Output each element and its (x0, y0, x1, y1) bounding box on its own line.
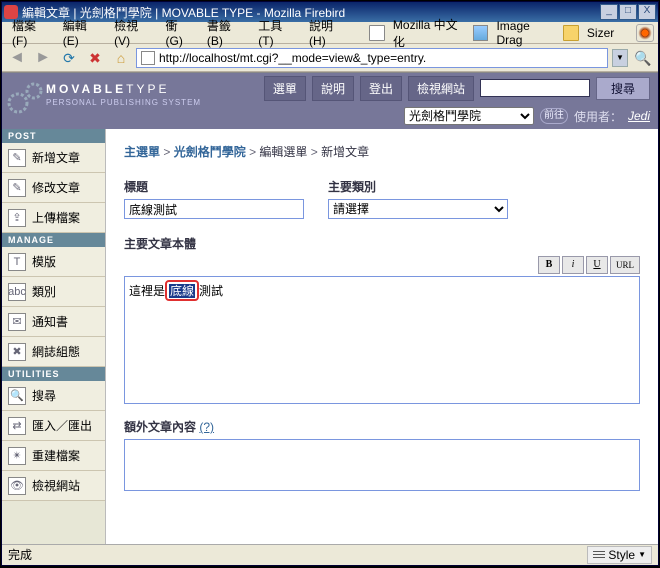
sidebar-item-import[interactable]: ⇄匯入／匯出 (2, 411, 105, 441)
nav-viewsite[interactable]: 檢視網站 (408, 76, 474, 101)
view-icon: 👁 (8, 477, 26, 495)
sidebar: POST ✎新增文章 ✎修改文章 ⇪上傳檔案 MANAGE T模版 abc類別 … (2, 129, 106, 544)
reload-button[interactable]: ⟳ (58, 47, 80, 69)
title-input[interactable] (124, 199, 304, 219)
header-search-input[interactable] (480, 79, 590, 97)
sidebar-item-rebuild[interactable]: ✴重建檔案 (2, 441, 105, 471)
sidebar-head-utilities: UTILITIES (2, 367, 105, 381)
home-button[interactable]: ⌂ (110, 47, 132, 69)
sidebar-item-viewsite[interactable]: 👁檢視網站 (2, 471, 105, 501)
forward-button[interactable]: ► (32, 47, 54, 69)
mail-icon: ✉ (8, 313, 26, 331)
nav-help[interactable]: 說明 (312, 76, 354, 101)
config-icon: ✖ (8, 343, 26, 361)
bookmark-mozilla[interactable]: Mozilla 中文化 (387, 14, 471, 52)
logo-text-a: MOVABLE (46, 82, 126, 96)
close-button[interactable]: X (638, 4, 656, 20)
format-bold[interactable]: B (538, 256, 560, 274)
menu-file[interactable]: 檔案(F) (6, 15, 55, 50)
extended-label: 額外文章內容 (124, 420, 196, 434)
header-search-button[interactable]: 搜尋 (596, 77, 650, 100)
page-icon (141, 51, 155, 65)
menu-edit[interactable]: 編輯(E) (57, 15, 106, 50)
url-dropdown[interactable]: ▼ (612, 49, 628, 67)
sidebar-head-post: POST (2, 129, 105, 143)
nav-logout[interactable]: 登出 (360, 76, 402, 101)
bookmark-imagedrag[interactable]: Image Drag (490, 17, 561, 49)
new-entry-icon: ✎ (8, 149, 26, 167)
sidebar-item-search[interactable]: 🔍搜尋 (2, 381, 105, 411)
sidebar-item-categories[interactable]: abc類別 (2, 277, 105, 307)
nav-menu[interactable]: 選單 (264, 76, 306, 101)
bookmark-sizer[interactable]: Sizer (581, 24, 620, 42)
bc-blog[interactable]: 光劍格鬥學院 (174, 145, 246, 159)
style-button[interactable]: Style▼ (587, 546, 652, 564)
minimize-button[interactable]: _ (600, 4, 618, 20)
body-editor[interactable]: 這裡是底線測試 (124, 276, 640, 404)
import-icon: ⇄ (8, 417, 26, 435)
format-underline[interactable]: U (586, 256, 608, 274)
sidebar-item-new-entry[interactable]: ✎新增文章 (2, 143, 105, 173)
throbber-icon (636, 24, 654, 42)
sidebar-item-upload[interactable]: ⇪上傳檔案 (2, 203, 105, 233)
sidebar-item-config[interactable]: ✖網誌組態 (2, 337, 105, 367)
extended-editor[interactable] (124, 439, 640, 491)
menu-go[interactable]: 衝(G) (160, 15, 199, 50)
bc-edit: 編輯選單 (259, 145, 307, 159)
format-url[interactable]: URL (610, 256, 640, 274)
back-button[interactable]: ◄ (6, 47, 28, 69)
style-icon (593, 549, 605, 560)
bc-current: 新增文章 (321, 145, 369, 159)
maximize-button[interactable]: □ (619, 4, 637, 20)
url-input[interactable] (159, 51, 603, 65)
logo-tagline: PERSONAL PUBLISHING SYSTEM (46, 98, 201, 107)
folder-icon (563, 25, 579, 41)
category-icon: abc (8, 283, 26, 301)
browser-toolbar: ◄ ► ⟳ ✖ ⌂ ▼ 🔍 (2, 44, 658, 72)
menu-bookmarks[interactable]: 書籤(B) (201, 15, 250, 50)
url-bar[interactable] (136, 48, 608, 68)
selection-highlight: 底線 (165, 280, 199, 301)
user-link[interactable]: Jedi (628, 109, 650, 123)
bc-main[interactable]: 主選單 (124, 145, 160, 159)
breadcrumb: 主選單 > 光劍格鬥學院 > 編輯選單 > 新增文章 (124, 143, 640, 160)
upload-icon: ⇪ (8, 209, 26, 227)
status-text: 完成 (8, 546, 587, 563)
title-label: 標題 (124, 178, 304, 195)
category-label: 主要類別 (328, 178, 508, 195)
app-header: MOVABLETYPE PERSONAL PUBLISHING SYSTEM 選… (2, 73, 658, 129)
format-italic[interactable]: i (562, 256, 584, 274)
sidebar-head-manage: MANAGE (2, 233, 105, 247)
category-select[interactable]: 請選擇 (328, 199, 508, 219)
edit-entry-icon: ✎ (8, 179, 26, 197)
body-label: 主要文章本體 (124, 235, 640, 252)
go-button[interactable]: 前往 (540, 108, 568, 124)
menu-tools[interactable]: 工具(T) (252, 15, 301, 50)
search-button[interactable]: 🔍 (632, 47, 654, 69)
status-bar: 完成 Style▼ (2, 544, 658, 564)
blog-select[interactable]: 光劍格鬥學院 (404, 107, 534, 125)
template-icon: T (8, 253, 26, 271)
stop-button[interactable]: ✖ (84, 47, 106, 69)
user-label: 使用者： (574, 108, 622, 125)
gears-icon (4, 77, 44, 117)
rebuild-icon: ✴ (8, 447, 26, 465)
sidebar-item-notifications[interactable]: ✉通知書 (2, 307, 105, 337)
sidebar-item-edit-entry[interactable]: ✎修改文章 (2, 173, 105, 203)
sidebar-item-templates[interactable]: T模版 (2, 247, 105, 277)
page-icon (369, 25, 385, 41)
search-icon: 🔍 (8, 387, 26, 405)
menu-help[interactable]: 說明(H) (303, 15, 353, 50)
browser-menubar: 檔案(F) 編輯(E) 檢視(V) 衝(G) 書籤(B) 工具(T) 說明(H)… (2, 22, 658, 44)
extended-help[interactable]: (?) (199, 420, 214, 434)
menu-view[interactable]: 檢視(V) (108, 15, 157, 50)
image-icon (473, 25, 489, 41)
logo-text-b: TYPE (126, 82, 169, 96)
